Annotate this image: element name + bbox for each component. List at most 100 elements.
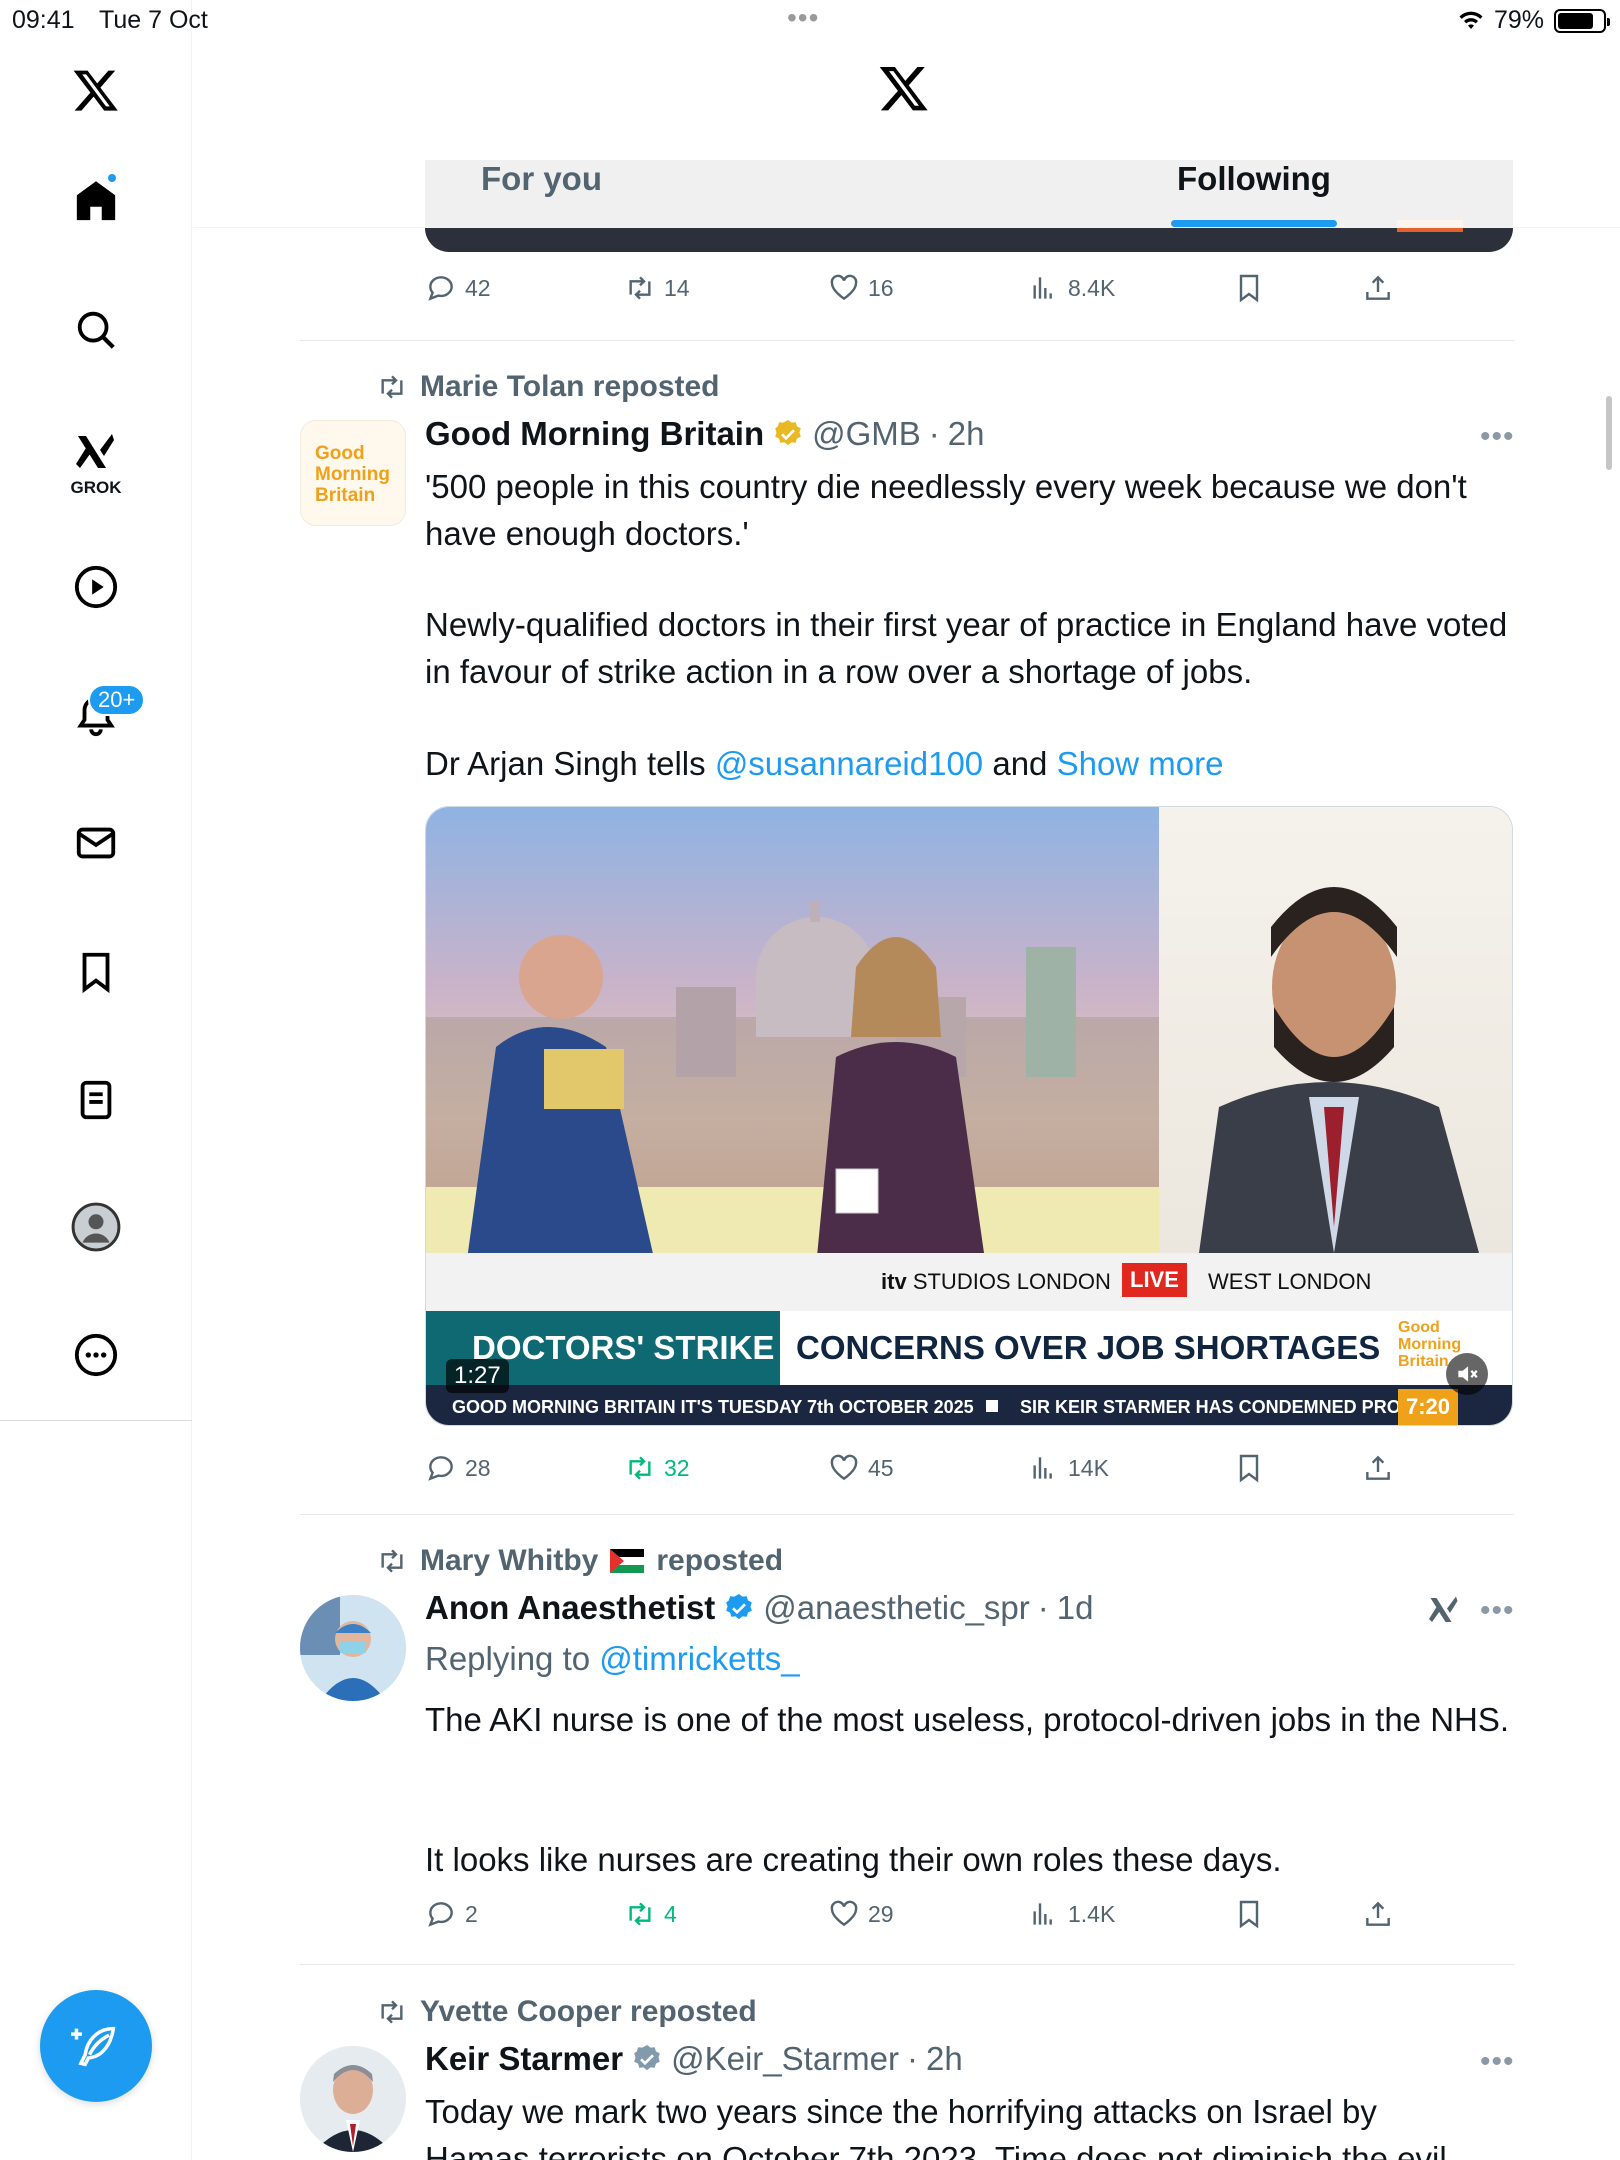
video-guest-scene [1159, 807, 1512, 1253]
repost-by: Yvette Cooper reposted [420, 1995, 757, 2028]
heart-icon [830, 1900, 858, 1927]
reply-button[interactable]: 42 [425, 272, 491, 304]
tab-for-you[interactable]: For you [481, 160, 602, 198]
post-more-menu[interactable]: ••• [1480, 2045, 1515, 2079]
search-icon[interactable] [66, 300, 126, 360]
share-button[interactable] [1362, 1452, 1394, 1484]
avatar-anon-anaesthetist[interactable] [300, 1595, 406, 1701]
post-more-menu[interactable]: ••• [1480, 1594, 1515, 1628]
x-header-logo-icon[interactable] [878, 62, 930, 119]
repost-button[interactable]: 4 [624, 1898, 677, 1930]
share-icon [1366, 275, 1390, 300]
like-button[interactable]: 45 [828, 1452, 894, 1484]
repost-attribution[interactable]: Marie Tolan reposted [376, 370, 720, 404]
profile-avatar-icon[interactable] [66, 1197, 126, 1257]
share-button[interactable] [1362, 1898, 1394, 1930]
views-count: 1.4K [1068, 1900, 1116, 1927]
x-logo-icon[interactable] [66, 60, 126, 120]
reply-button[interactable]: 2 [425, 1898, 478, 1930]
views-count: 14K [1068, 1454, 1109, 1481]
video-icon[interactable] [66, 557, 126, 617]
video-player[interactable]: itv STUDIOS LONDON LIVE WEST LONDON DOCT… [425, 806, 1513, 1426]
heart-icon [830, 1454, 858, 1481]
post-time[interactable]: 1d [1057, 1589, 1094, 1627]
like-button[interactable]: 16 [828, 272, 894, 304]
post-time[interactable]: 2h [926, 2040, 963, 2078]
multitasking-dots[interactable]: ••• [787, 2, 819, 34]
itv-logo: itv [881, 1269, 907, 1294]
location-label: WEST LONDON [1208, 1269, 1372, 1294]
ticker-text: GOOD MORNING BRITAIN IT'S TUESDAY 7th OC… [452, 1397, 974, 1417]
repost-count: 14 [664, 274, 690, 301]
notifications-badge: 20+ [88, 684, 146, 716]
repost-button[interactable]: 32 [624, 1452, 690, 1484]
sidebar-divider [0, 1420, 192, 1421]
like-button[interactable]: 29 [828, 1898, 894, 1930]
bookmark-button[interactable] [1233, 272, 1265, 304]
mention-link[interactable]: @susannareid100 [715, 745, 983, 782]
post-divider [300, 1964, 1514, 1965]
repost-button[interactable]: 14 [624, 272, 690, 304]
status-time: 09:41 [12, 6, 75, 34]
studio-label: STUDIOS LONDON [912, 1269, 1111, 1294]
news-ticker: GOOD MORNING BRITAIN IT'S TUESDAY 7th OC… [426, 1385, 1512, 1425]
author-handle[interactable]: @Keir_Starmer [671, 2040, 899, 2078]
post-more-menu[interactable]: ••• [1480, 420, 1515, 454]
show-more-link[interactable]: Show more [1057, 745, 1224, 782]
reply-count: 42 [465, 274, 491, 301]
views-count: 8.4K [1068, 274, 1116, 301]
views-button[interactable]: 1.4K [1028, 1898, 1115, 1930]
active-tab-indicator [1171, 220, 1337, 227]
post-actions: 28 32 45 14K [425, 1452, 1515, 1492]
post-text-line: Dr Arjan Singh tells @susannareid100 and… [425, 745, 1224, 782]
author-name[interactable]: Keir Starmer [425, 2040, 623, 2078]
scrollbar[interactable] [1606, 396, 1612, 470]
author-handle[interactable]: @GMB [812, 415, 921, 453]
grok-label: GROK [70, 478, 122, 497]
grok-icon[interactable] [66, 422, 126, 482]
repost-attribution[interactable]: Mary Whitby reposted [376, 1544, 783, 1578]
heart-icon [830, 274, 858, 301]
post-author[interactable]: Anon Anaesthetist @anaesthetic_spr · 1d [425, 1589, 1094, 1627]
tab-following[interactable]: Following [1177, 160, 1331, 198]
mute-button[interactable] [1446, 1353, 1488, 1395]
grok-explain-icon[interactable] [1426, 1592, 1462, 1633]
bookmarks-icon[interactable] [66, 942, 126, 1002]
views-button[interactable]: 8.4K [1028, 272, 1115, 304]
reply-icon [428, 1902, 453, 1927]
repost-icon [381, 1549, 403, 1573]
avatar-keir-starmer[interactable] [300, 2046, 406, 2152]
share-button[interactable] [1362, 272, 1394, 304]
post-text: It looks like nurses are creating their … [425, 1841, 1282, 1878]
author-name[interactable]: Anon Anaesthetist [425, 1589, 715, 1627]
views-icon [1033, 277, 1052, 299]
messages-icon[interactable] [66, 813, 126, 873]
bookmark-button[interactable] [1233, 1898, 1265, 1930]
repost-suffix: reposted [656, 1544, 784, 1577]
bookmark-button[interactable] [1233, 1452, 1265, 1484]
compose-post-button[interactable] [40, 1990, 152, 2102]
more-menu-icon[interactable] [66, 1325, 126, 1385]
gold-verified-badge-icon [775, 420, 801, 446]
replying-to-mention[interactable]: @timricketts_ [599, 1640, 799, 1677]
status-bar: 09:41 Tue 7 Oct ••• 79% [0, 0, 1620, 40]
avatar-gmb[interactable]: Good Morning Britain [300, 420, 406, 526]
repost-icon [629, 1902, 651, 1926]
views-button[interactable]: 14K [1028, 1452, 1109, 1484]
post-author[interactable]: Keir Starmer @Keir_Starmer · 2h [425, 2040, 963, 2078]
repost-count: 32 [664, 1454, 690, 1481]
repost-attribution[interactable]: Yvette Cooper reposted [376, 1995, 757, 2029]
lists-icon[interactable] [66, 1070, 126, 1130]
reply-button[interactable]: 28 [425, 1452, 491, 1484]
wifi-icon [1459, 11, 1483, 29]
repost-count: 4 [664, 1900, 677, 1927]
author-name[interactable]: Good Morning Britain [425, 415, 764, 453]
post-text: The AKI nurse is one of the most useless… [425, 1701, 1510, 1738]
like-count: 29 [868, 1900, 894, 1927]
author-handle[interactable]: @anaesthetic_spr [763, 1589, 1029, 1627]
post-author[interactable]: Good Morning Britain @GMB · 2h [425, 415, 985, 453]
repost-icon [629, 1456, 651, 1480]
repost-icon [381, 2000, 403, 2024]
post-time[interactable]: 2h [948, 415, 985, 453]
bookmark-icon [1239, 274, 1259, 303]
